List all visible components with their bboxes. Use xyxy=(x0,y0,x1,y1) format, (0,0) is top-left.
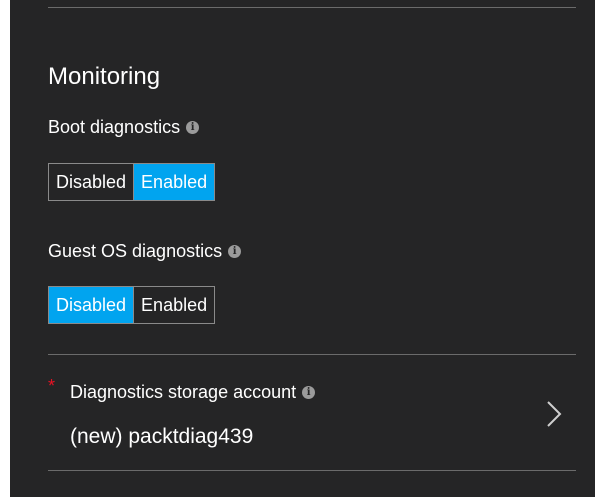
boot-diagnostics-label: Boot diagnostics xyxy=(48,117,181,137)
boot-diagnostics-label-row: Boot diagnostics i xyxy=(48,115,200,139)
storage-account-value: (new) packtdiag439 xyxy=(70,425,254,448)
info-icon[interactable]: i xyxy=(228,244,242,258)
guest-os-diagnostics-enabled-option[interactable]: Enabled xyxy=(133,287,214,323)
chevron-right-icon[interactable] xyxy=(546,400,562,428)
boot-diagnostics-disabled-option[interactable]: Disabled xyxy=(49,164,133,200)
info-icon[interactable]: i xyxy=(186,120,200,134)
guest-os-diagnostics-disabled-option[interactable]: Disabled xyxy=(49,287,134,323)
diagnostics-storage-account-selector[interactable]: * Diagnostics storage account i (new) pa… xyxy=(48,372,576,452)
required-marker: * xyxy=(48,376,56,396)
section-title: Monitoring xyxy=(48,63,161,90)
guest-os-diagnostics-toggle: Disabled Enabled xyxy=(48,286,216,324)
bottom-divider xyxy=(48,470,576,471)
boot-diagnostics-toggle: Disabled Enabled xyxy=(48,163,216,201)
boot-diagnostics-enabled-option[interactable]: Enabled xyxy=(133,164,215,200)
guest-os-diagnostics-label: Guest OS diagnostics xyxy=(48,241,223,261)
guest-os-diagnostics-label-row: Guest OS diagnostics i xyxy=(48,239,242,263)
top-divider xyxy=(48,7,576,8)
storage-account-label: Diagnostics storage account xyxy=(70,382,297,402)
section-divider xyxy=(48,354,576,355)
storage-account-label-row: Diagnostics storage account i xyxy=(70,380,316,404)
monitoring-panel: Monitoring Boot diagnostics i Disabled E… xyxy=(10,0,595,497)
info-icon[interactable]: i xyxy=(302,385,316,399)
